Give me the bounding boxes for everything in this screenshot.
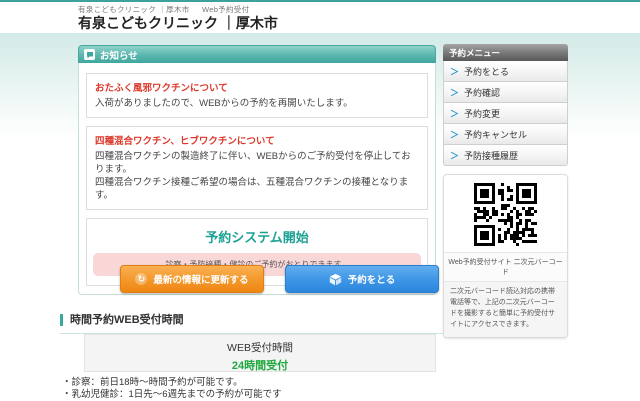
- notice-item-text: 入荷がありましたので、WEBからの予約を再開いたします。: [95, 97, 419, 110]
- refresh-icon: ↻: [135, 273, 147, 285]
- notice-item: 四種混合ワクチン、ヒブワクチンについて 四種混合ワクチンの製造終了に伴い、WEB…: [86, 126, 428, 210]
- web-hours-label: WEB受付時間: [85, 340, 435, 355]
- sidebar-item-confirm[interactable]: ＞ 予約確認: [443, 82, 568, 103]
- notice-item-text: 四種混合ワクチン接種ご希望の場合は、五種混合ワクチンの接種となります。: [95, 176, 419, 202]
- chevron-right-icon: ＞: [450, 65, 459, 78]
- sidebar-item-label: 予防接種履歴: [464, 149, 518, 162]
- refresh-button[interactable]: ↻ 最新の情報に更新する: [120, 265, 264, 293]
- note-line: ・診察：前日18時～時間予約が可能です。: [62, 377, 442, 389]
- chevron-right-icon: ＞: [450, 149, 459, 162]
- chevron-right-icon: ＞: [450, 86, 459, 99]
- qr-panel: Web予約受付サイト 二次元バーコード 二次元バーコード読込対応の携帯電話等で、…: [443, 174, 568, 338]
- web-hours-notes: ・診察：前日18時～時間予約が可能です。 ・乳幼児健診：1日先～6週先までの予約…: [62, 377, 442, 401]
- web-hours-section-header: 時間予約WEB受付時間: [60, 310, 443, 334]
- notice-section: お知らせ おたふく風邪ワクチンについて 入荷がありましたので、WEBからの予約を…: [78, 45, 436, 295]
- web-hours-box: WEB受付時間 24時間受付: [84, 334, 436, 372]
- notice-bubble-icon: [84, 49, 95, 60]
- notice-header-bar: お知らせ: [78, 45, 436, 63]
- qr-caption: Web予約受付サイト 二次元バーコード: [444, 252, 567, 282]
- web-hours-section-title: 時間予約WEB受付時間: [60, 314, 184, 326]
- menu-title-bar: 予約メニュー: [443, 44, 568, 61]
- sidebar-item-label: 予約をとる: [464, 65, 509, 78]
- chevron-right-icon: ＞: [450, 107, 459, 120]
- sidebar-item-label: 予約確認: [464, 86, 500, 99]
- reservation-menu: 予約メニュー ＞ 予約をとる ＞ 予約確認 ＞ 予約変更 ＞ 予約キャンセル ＞…: [443, 44, 568, 166]
- web-hours-value: 24時間受付: [85, 357, 435, 373]
- notice-item-title: おたふく風邪ワクチンについて: [95, 80, 419, 94]
- notice-header-label: お知らせ: [100, 48, 138, 62]
- note-line: ・乳幼児健診：1日先～6週先までの予約が可能です: [62, 389, 442, 401]
- notice-item-text: 四種混合ワクチンの製造終了に伴い、WEBからのご予約受付を停止しております。: [95, 150, 419, 176]
- sidebar-item-change[interactable]: ＞ 予約変更: [443, 103, 568, 124]
- notice-item: おたふく風邪ワクチンについて 入荷がありましたので、WEBからの予約を再開いたし…: [86, 73, 428, 118]
- notice-item-title: 四種混合ワクチン、ヒブワクチンについて: [95, 133, 419, 147]
- notice-body: おたふく風邪ワクチンについて 入荷がありましたので、WEBからの予約を再開いたし…: [78, 63, 436, 295]
- system-start-heading: 予約システム開始: [93, 227, 421, 246]
- reserve-button[interactable]: 予約をとる: [285, 265, 439, 293]
- sidebar-item-label: 予約変更: [464, 107, 500, 120]
- sidebar-item-label: 予約キャンセル: [464, 128, 527, 141]
- chevron-right-icon: ＞: [450, 128, 459, 141]
- qr-code: [444, 175, 567, 252]
- page-title: 有泉こどもクリニック ｜厚木市: [78, 13, 278, 33]
- reserve-button-label: 予約をとる: [348, 272, 396, 286]
- sidebar-item-reserve[interactable]: ＞ 予約をとる: [443, 61, 568, 82]
- sidebar-item-vaccination-history[interactable]: ＞ 予防接種履歴: [443, 145, 568, 166]
- sidebar-item-cancel[interactable]: ＞ 予約キャンセル: [443, 124, 568, 145]
- cube-icon: [329, 273, 342, 286]
- qr-description: 二次元バーコード読込対応の携帯電話等で、上記の二次元バーコードを撮影すると簡単に…: [444, 282, 567, 337]
- top-accent-line: [0, 0, 640, 2]
- refresh-button-label: 最新の情報に更新する: [153, 272, 248, 286]
